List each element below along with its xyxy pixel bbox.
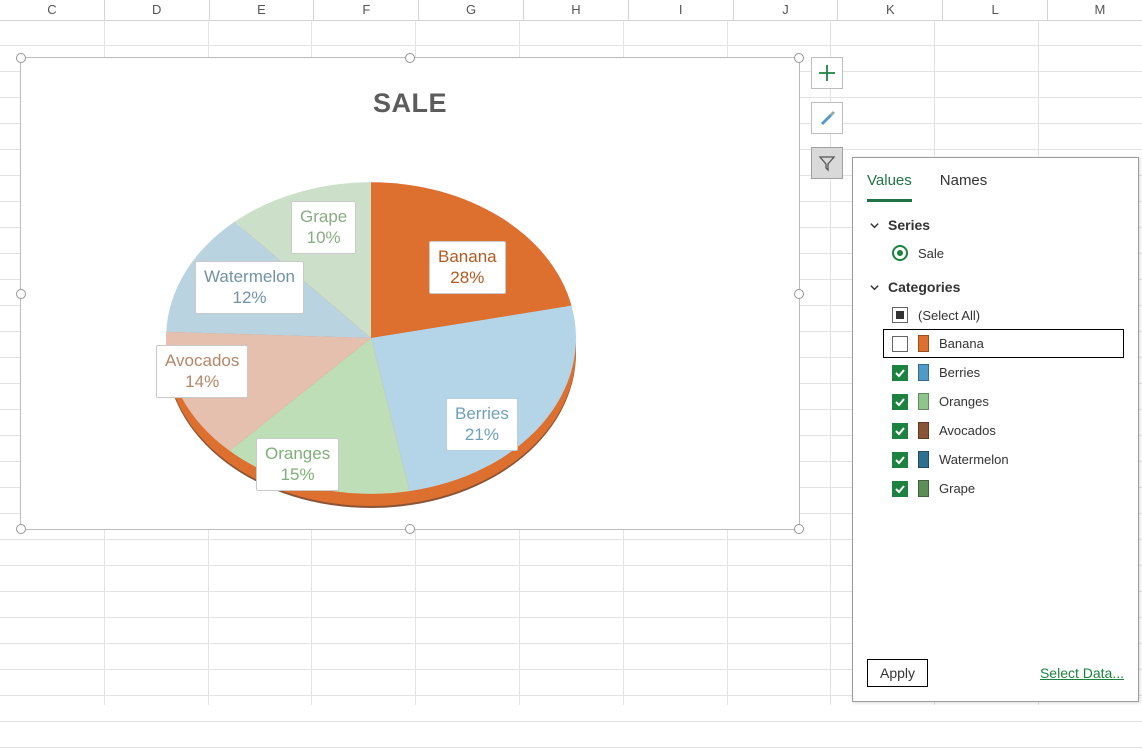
color-swatch-icon xyxy=(918,335,929,352)
resize-handle[interactable] xyxy=(16,289,26,299)
category-item-berries[interactable]: Berries xyxy=(883,358,1124,387)
column-header-C[interactable]: C xyxy=(0,0,105,20)
column-header-H[interactable]: H xyxy=(524,0,629,20)
tab-values[interactable]: Values xyxy=(867,166,912,202)
column-header-I[interactable]: I xyxy=(629,0,734,20)
column-header-D[interactable]: D xyxy=(105,0,210,20)
category-item-label: Avocados xyxy=(939,423,996,438)
color-swatch-icon xyxy=(918,451,929,468)
label-grape[interactable]: Grape10% xyxy=(291,201,356,254)
resize-handle[interactable] xyxy=(405,524,415,534)
column-headers: CDEFGHIJKLM xyxy=(0,0,1142,21)
resize-handle[interactable] xyxy=(405,53,415,63)
column-header-K[interactable]: K xyxy=(838,0,943,20)
categories-header[interactable]: Categories xyxy=(869,279,1124,295)
checkbox-checked-icon xyxy=(892,394,908,410)
category-item-label: Watermelon xyxy=(939,452,1009,467)
label-oranges[interactable]: Oranges15% xyxy=(256,438,339,491)
category-item-oranges[interactable]: Oranges xyxy=(883,387,1124,416)
category-item-grape[interactable]: Grape xyxy=(883,474,1124,503)
resize-handle[interactable] xyxy=(16,53,26,63)
column-header-J[interactable]: J xyxy=(734,0,839,20)
column-header-F[interactable]: F xyxy=(314,0,419,20)
series-item-label: Sale xyxy=(918,246,944,261)
color-swatch-icon xyxy=(918,480,929,497)
column-header-M[interactable]: M xyxy=(1048,0,1142,20)
series-item-sale[interactable]: Sale xyxy=(883,239,1124,267)
category-item-avocados[interactable]: Avocados xyxy=(883,416,1124,445)
category-item-banana[interactable]: Banana xyxy=(883,329,1124,358)
color-swatch-icon xyxy=(918,364,929,381)
column-header-L[interactable]: L xyxy=(943,0,1048,20)
pie-chart[interactable]: Banana28% Berries21% Oranges15% Avocados… xyxy=(161,173,581,513)
resize-handle[interactable] xyxy=(794,289,804,299)
color-swatch-icon xyxy=(918,393,929,410)
checkbox-checked-icon xyxy=(892,423,908,439)
label-banana[interactable]: Banana28% xyxy=(429,241,506,294)
column-header-G[interactable]: G xyxy=(419,0,524,20)
label-berries[interactable]: Berries21% xyxy=(446,398,518,451)
label-watermelon[interactable]: Watermelon12% xyxy=(195,261,304,314)
resize-handle[interactable] xyxy=(16,524,26,534)
resize-handle[interactable] xyxy=(794,53,804,63)
categories-header-label: Categories xyxy=(888,279,960,295)
select-all-label: (Select All) xyxy=(918,308,980,323)
category-item-watermelon[interactable]: Watermelon xyxy=(883,445,1124,474)
checkbox-checked-icon xyxy=(892,452,908,468)
chart-object[interactable]: SALE Banana28% Berries21% Oranges15% Avo… xyxy=(20,57,800,530)
select-data-link[interactable]: Select Data... xyxy=(1040,665,1124,681)
category-item-label: Berries xyxy=(939,365,980,380)
radio-icon xyxy=(892,245,908,261)
category-item-label: Grape xyxy=(939,481,975,496)
checkbox-checked-icon xyxy=(892,365,908,381)
checkbox-unchecked-icon xyxy=(892,336,908,352)
series-header[interactable]: Series xyxy=(869,217,1124,233)
resize-handle[interactable] xyxy=(794,524,804,534)
chart-styles-button[interactable] xyxy=(811,102,843,134)
chart-filter-panel: Values Names Series Sale Categories (Sel… xyxy=(852,157,1139,702)
apply-button[interactable]: Apply xyxy=(867,659,928,687)
tab-names[interactable]: Names xyxy=(940,166,988,201)
series-header-label: Series xyxy=(888,217,930,233)
chart-filter-button[interactable] xyxy=(811,147,843,179)
checkbox-checked-icon xyxy=(892,481,908,497)
chart-elements-button[interactable] xyxy=(811,57,843,89)
chart-title[interactable]: SALE xyxy=(21,88,799,119)
color-swatch-icon xyxy=(918,422,929,439)
checkbox-mixed-icon xyxy=(892,307,908,323)
label-avocados[interactable]: Avocados14% xyxy=(156,345,248,398)
column-header-E[interactable]: E xyxy=(210,0,315,20)
category-item-label: Banana xyxy=(939,336,984,351)
category-select-all[interactable]: (Select All) xyxy=(883,301,1124,329)
category-item-label: Oranges xyxy=(939,394,989,409)
